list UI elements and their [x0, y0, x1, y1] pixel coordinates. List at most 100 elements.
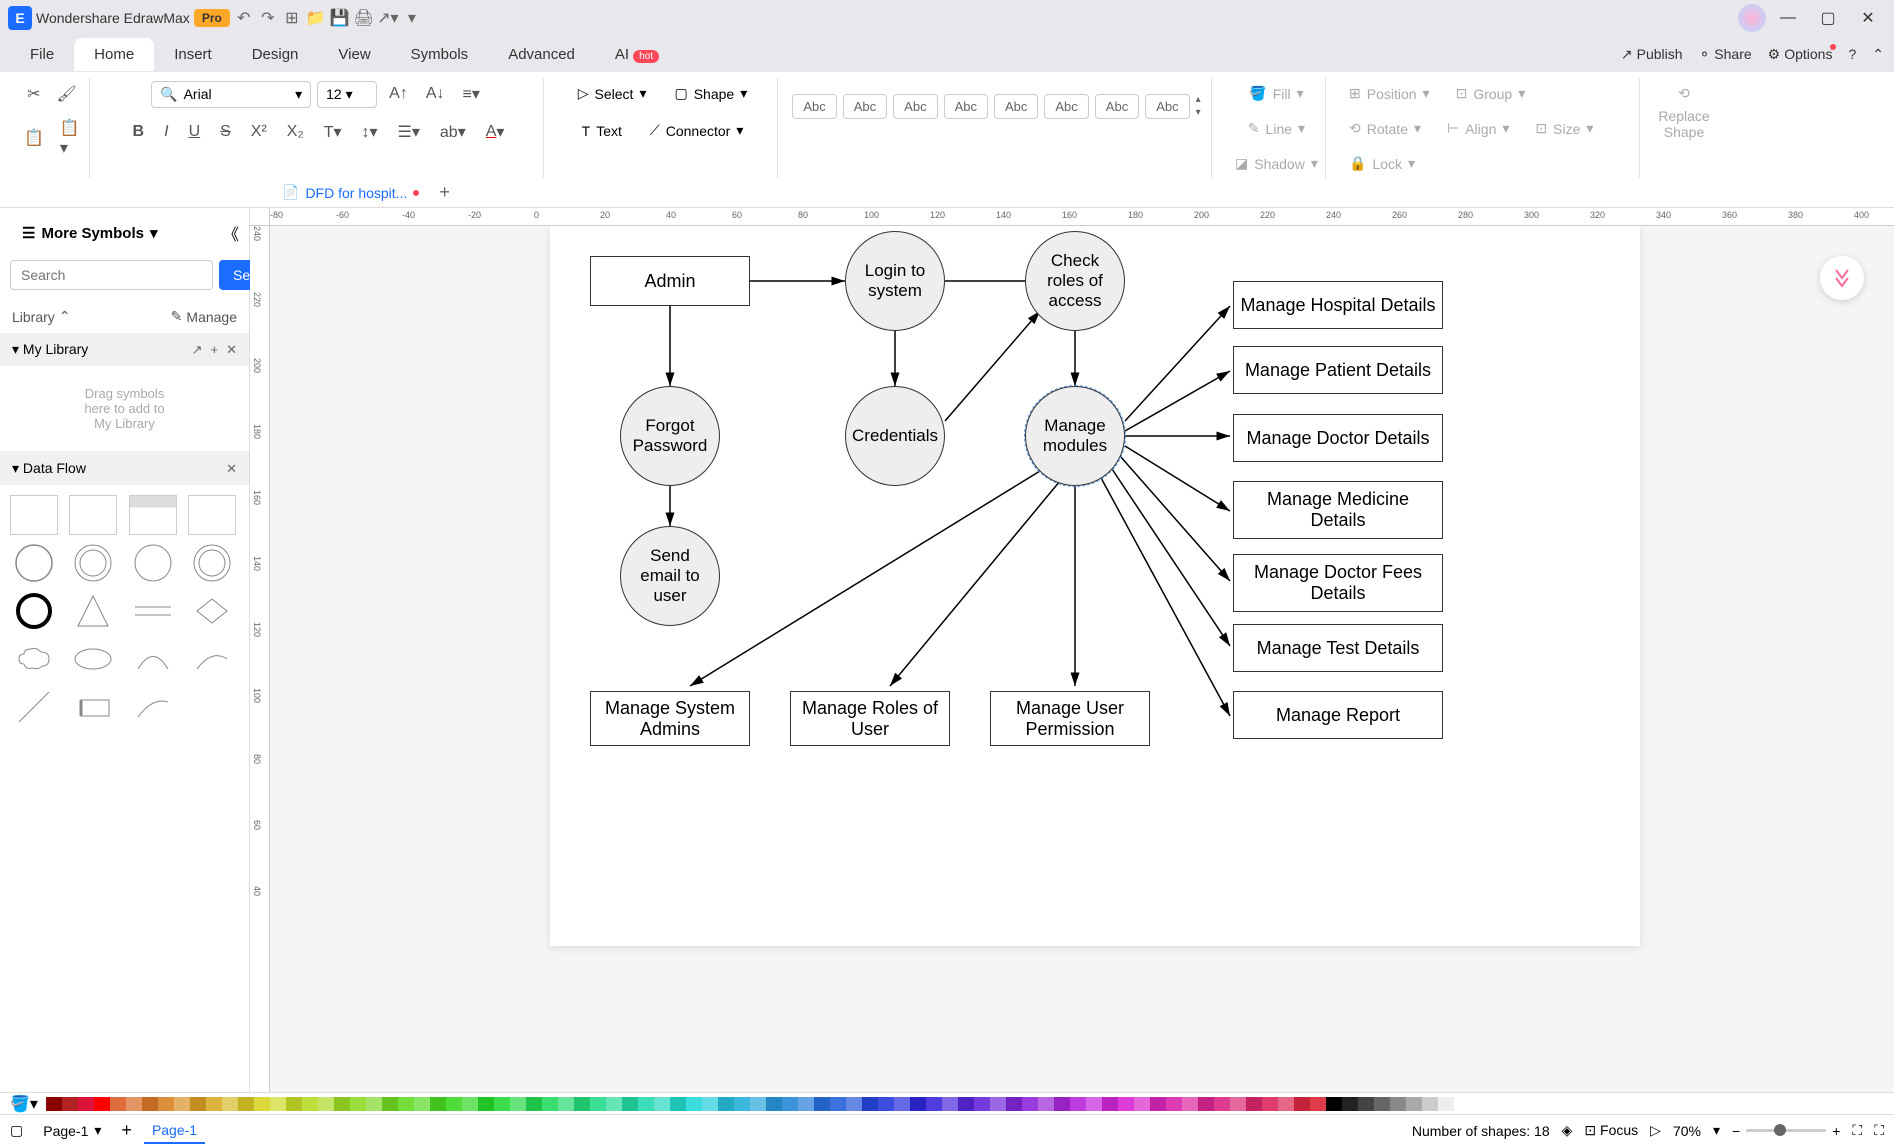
color-swatch[interactable]: [1086, 1097, 1102, 1111]
shape-double-circle-2[interactable]: [188, 543, 236, 583]
group-button[interactable]: ⊡ Group▾: [1445, 78, 1537, 109]
shape-circle[interactable]: [10, 543, 58, 583]
node-manage-hospital[interactable]: Manage Hospital Details: [1233, 281, 1443, 329]
color-swatch[interactable]: [878, 1097, 894, 1111]
color-swatch[interactable]: [366, 1097, 382, 1111]
color-swatch[interactable]: [1438, 1097, 1454, 1111]
color-swatch[interactable]: [302, 1097, 318, 1111]
library-add-icon[interactable]: +: [211, 342, 219, 358]
color-swatch[interactable]: [382, 1097, 398, 1111]
shape-cloud[interactable]: [10, 639, 58, 679]
color-swatch[interactable]: [558, 1097, 574, 1111]
new-icon[interactable]: ⊞: [282, 8, 302, 28]
data-flow-section[interactable]: ▾ Data Flow ✕: [0, 452, 249, 485]
color-swatch[interactable]: [606, 1097, 622, 1111]
bold-button[interactable]: B: [127, 117, 151, 147]
collapse-sidebar-button[interactable]: 《: [223, 221, 239, 245]
color-swatch[interactable]: [1246, 1097, 1262, 1111]
style-next-button[interactable]: ▾: [1196, 107, 1201, 118]
color-swatch[interactable]: [1294, 1097, 1310, 1111]
zoom-out-button[interactable]: −: [1732, 1123, 1740, 1139]
color-swatch[interactable]: [1038, 1097, 1054, 1111]
style-preset-2[interactable]: Abc: [843, 94, 887, 119]
tab-insert[interactable]: Insert: [154, 38, 232, 71]
shape-ellipse[interactable]: [69, 639, 117, 679]
style-preset-4[interactable]: Abc: [944, 94, 988, 119]
shape-rect-header[interactable]: [129, 495, 177, 535]
node-forgot[interactable]: Forgot Password: [620, 386, 720, 486]
color-swatch[interactable]: [1150, 1097, 1166, 1111]
superscript-button[interactable]: X²: [245, 117, 273, 147]
drawing-page[interactable]: Admin Login to system Check roles of acc…: [550, 226, 1640, 946]
text-case-button[interactable]: T▾: [318, 116, 348, 148]
canvas-viewport[interactable]: Admin Login to system Check roles of acc…: [270, 226, 1894, 1092]
copy-button[interactable]: 📋: [18, 112, 50, 164]
ai-assistant-button[interactable]: [1820, 256, 1864, 300]
node-manage-test[interactable]: Manage Test Details: [1233, 624, 1443, 672]
align-action-button[interactable]: ⊢ Align▾: [1436, 113, 1520, 144]
color-swatch[interactable]: [1230, 1097, 1246, 1111]
style-preset-1[interactable]: Abc: [792, 94, 836, 119]
more-symbols-header[interactable]: ☰ More Symbols▾: [10, 214, 170, 252]
color-swatch[interactable]: [1262, 1097, 1278, 1111]
publish-button[interactable]: ↗Publish: [1621, 46, 1683, 63]
decrease-font-button[interactable]: A↓: [420, 79, 451, 109]
font-select[interactable]: 🔍Arial▾: [151, 81, 311, 108]
node-manage-perm[interactable]: Manage User Permission: [990, 691, 1150, 746]
library-drop-zone[interactable]: Drag symbols here to add to My Library: [0, 366, 249, 452]
color-swatch[interactable]: [654, 1097, 670, 1111]
node-manage-roles[interactable]: Manage Roles of User: [790, 691, 950, 746]
color-swatch[interactable]: [238, 1097, 254, 1111]
color-swatch[interactable]: [334, 1097, 350, 1111]
style-preset-7[interactable]: Abc: [1095, 94, 1139, 119]
color-swatch[interactable]: [462, 1097, 478, 1111]
size-button[interactable]: ⊡ Size▾: [1524, 113, 1604, 144]
library-close-icon[interactable]: ✕: [226, 342, 237, 358]
shape-rect[interactable]: [10, 495, 58, 535]
help-button[interactable]: ?: [1848, 46, 1856, 62]
color-swatch[interactable]: [542, 1097, 558, 1111]
color-swatch[interactable]: [734, 1097, 750, 1111]
options-button[interactable]: ⚙Options: [1768, 46, 1833, 63]
more-icon[interactable]: ▾: [402, 8, 422, 28]
color-swatch[interactable]: [1118, 1097, 1134, 1111]
node-manage-patient[interactable]: Manage Patient Details: [1233, 346, 1443, 394]
color-swatch[interactable]: [1054, 1097, 1070, 1111]
align-button[interactable]: ≡▾: [456, 78, 485, 110]
line-spacing-button[interactable]: ↕▾: [356, 116, 384, 148]
style-preset-8[interactable]: Abc: [1145, 94, 1189, 119]
color-swatch[interactable]: [718, 1097, 734, 1111]
color-swatch[interactable]: [1214, 1097, 1230, 1111]
shape-arc-2[interactable]: [188, 639, 236, 679]
shape-rect-3[interactable]: [188, 495, 236, 535]
page-selector[interactable]: Page-1 ▾: [35, 1118, 109, 1143]
color-swatch[interactable]: [526, 1097, 542, 1111]
user-avatar[interactable]: [1738, 4, 1766, 32]
color-swatch[interactable]: [638, 1097, 654, 1111]
color-swatch[interactable]: [110, 1097, 126, 1111]
shape-bold-circle[interactable]: [10, 591, 58, 631]
color-swatch[interactable]: [622, 1097, 638, 1111]
zoom-slider[interactable]: − +: [1732, 1123, 1840, 1139]
color-swatch[interactable]: [942, 1097, 958, 1111]
color-swatch[interactable]: [430, 1097, 446, 1111]
node-manage-report[interactable]: Manage Report: [1233, 691, 1443, 739]
color-swatch[interactable]: [270, 1097, 286, 1111]
color-swatch[interactable]: [254, 1097, 270, 1111]
tab-design[interactable]: Design: [232, 38, 319, 71]
color-swatch[interactable]: [174, 1097, 190, 1111]
color-swatch[interactable]: [990, 1097, 1006, 1111]
shape-data-store[interactable]: [69, 687, 117, 727]
fullscreen-button[interactable]: ⛶: [1874, 1122, 1884, 1139]
text-tool[interactable]: T Text: [571, 115, 633, 146]
style-prev-button[interactable]: ▴: [1196, 94, 1201, 105]
tab-file[interactable]: File: [10, 38, 74, 71]
color-swatch[interactable]: [494, 1097, 510, 1111]
node-manage-admins[interactable]: Manage System Admins: [590, 691, 750, 746]
color-swatch[interactable]: [766, 1097, 782, 1111]
node-check-roles[interactable]: Check roles of access: [1025, 231, 1125, 331]
position-button[interactable]: ⊞ Position▾: [1338, 78, 1441, 109]
shape-arc[interactable]: [129, 639, 177, 679]
symbol-search-input[interactable]: [10, 260, 213, 290]
style-preset-3[interactable]: Abc: [893, 94, 937, 119]
